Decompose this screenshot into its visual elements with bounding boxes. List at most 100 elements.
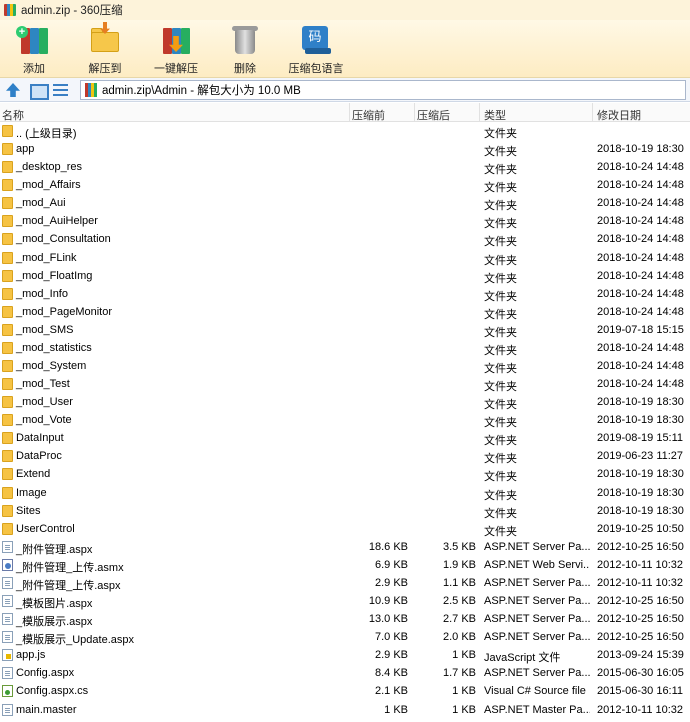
file-type: ASP.NET Master Pa... [484,703,590,716]
file-type: 文件夹 [484,326,517,339]
column-unpacked[interactable]: 压缩后 [417,107,450,123]
folder-icon [2,287,13,300]
column-modified[interactable]: 修改日期 [597,107,641,123]
folder-icon [2,215,13,228]
file-name: DataProc [16,450,62,463]
column-packed[interactable]: 压缩前 [352,107,385,123]
file-row[interactable]: Extend 文件夹 2018-10-19 18:30 [0,465,690,483]
file-name: _附件管理_上传.aspx [16,579,121,592]
file-type: 文件夹 [484,164,517,177]
file-row[interactable]: _mod_SMS 文件夹 2019-07-18 15:15 [0,321,690,339]
up-level-icon[interactable] [4,81,22,99]
file-date: 2012-10-25 16:50 [597,631,684,644]
file-row[interactable]: _模板图片.aspx 10.9 KB 2.5 KB ASP.NET Server Pa… [0,592,690,610]
file-row[interactable]: _附件管理_上传.asmx 6.9 KB 1.9 KB ASP.NET Web Ser… [0,556,690,574]
file-date: 2018-10-24 14:48 [597,215,684,228]
file-name: UserControl [16,522,75,535]
folder-icon [2,522,13,535]
file-row[interactable]: main.master 1 KB 1 KB ASP.NET Master Pa... 2… [0,701,690,719]
file-list: .. (上级目录) 文件夹 app 文件夹 2018-10-19 18:30 _deskt… [0,122,690,722]
file-name: _mod_Affairs [16,179,81,192]
file-row[interactable]: _mod_Aui 文件夹 2018-10-24 14:48 [0,194,690,212]
folder-icon [2,341,13,354]
file-row[interactable]: _附件管理.aspx 18.6 KB 3.5 KB ASP.NET Server Pa… [0,538,690,556]
file-row[interactable]: _desktop_res 文件夹 2018-10-24 14:48 [0,158,690,176]
file-name: _mod_Aui [16,197,66,210]
file-unpacked-size: 2.0 KB [442,631,476,644]
folder-icon [2,179,13,192]
file-type: 文件夹 [484,254,517,267]
column-divider[interactable] [479,103,480,122]
file-row[interactable]: _mod_FloatImg 文件夹 2018-10-24 14:48 [0,267,690,285]
file-date: 2018-10-24 14:48 [597,305,684,318]
column-name[interactable]: 名称 [2,107,24,123]
file-packed-size: 8.4 KB [374,667,408,680]
file-row[interactable]: Image 文件夹 2018-10-19 18:30 [0,484,690,502]
file-type: 文件夹 [484,381,517,394]
file-type: 文件夹 [484,344,517,357]
folder-icon [2,305,13,318]
file-row[interactable]: UserControl 文件夹 2019-10-25 10:50 [0,520,690,538]
file-row[interactable]: _mod_statistics 文件夹 2018-10-24 14:48 [0,339,690,357]
add-button[interactable]: + 添加 [14,22,54,76]
file-row[interactable]: _mod_Test 文件夹 2018-10-24 14:48 [0,375,690,393]
file-row[interactable]: _附件管理_上传.aspx 2.9 KB 1.1 KB ASP.NET Server … [0,574,690,592]
file-row[interactable]: app 文件夹 2018-10-19 18:30 [0,140,690,158]
window-title: admin.zip - 360压缩 [21,5,123,17]
file-packed-size: 10.9 KB [368,595,408,608]
column-divider[interactable] [592,103,593,122]
file-date: 2018-10-24 14:48 [597,341,684,354]
folder-icon [2,432,13,445]
file-row[interactable]: _mod_User 文件夹 2018-10-19 18:30 [0,393,690,411]
file-name: _mod_statistics [16,341,92,354]
file-name: _mod_User [16,396,73,409]
file-row[interactable]: _mod_Consultation 文件夹 2018-10-24 14:48 [0,230,690,248]
file-row[interactable]: _mod_AuiHelper 文件夹 2018-10-24 14:48 [0,212,690,230]
file-name: Config.aspx.cs [16,685,89,698]
delete-icon [228,22,262,56]
one-click-extract-button[interactable]: 一键解压 [152,22,200,76]
file-type: ASP.NET Server Pa... [484,613,590,626]
thumbnail-view-icon[interactable] [28,81,49,100]
file-date: 2019-06-23 11:27 [597,450,684,463]
column-type[interactable]: 类型 [484,107,506,123]
file-row[interactable]: _mod_Vote 文件夹 2018-10-19 18:30 [0,411,690,429]
file-row[interactable]: _mod_Affairs 文件夹 2018-10-24 14:48 [0,176,690,194]
file-row[interactable]: Config.aspx 8.4 KB 1.7 KB ASP.NET Server Pa… [0,664,690,682]
folder-icon [2,251,13,264]
file-row[interactable]: Sites 文件夹 2018-10-19 18:30 [0,502,690,520]
list-view-icon[interactable] [51,81,69,99]
file-row[interactable]: _mod_FLink 文件夹 2018-10-24 14:48 [0,249,690,267]
file-row[interactable]: _mod_System 文件夹 2018-10-24 14:48 [0,357,690,375]
file-unpacked-size: 1.1 KB [442,576,476,589]
file-unpacked-size: 1 KB [452,703,476,716]
path-field[interactable]: admin.zip\Admin - 解包大小为 10.0 MB [80,80,686,100]
file-name: _mod_AuiHelper [16,215,98,228]
aspx-file-icon [2,576,13,589]
file-type: ASP.NET Server Pa... [484,631,590,644]
file-type: ASP.NET Server Pa... [484,540,590,553]
file-date: 2018-10-24 14:48 [597,269,684,282]
file-row[interactable]: _mod_Info 文件夹 2018-10-24 14:48 [0,285,690,303]
extract-to-button[interactable]: 解压到 [86,22,124,76]
folder-icon [2,468,13,481]
delete-button[interactable]: 删除 [228,22,262,76]
column-divider[interactable] [349,103,350,122]
file-packed-size: 2.1 KB [374,685,408,698]
file-row[interactable]: _模版展示_Update.aspx 7.0 KB 2.0 KB ASP.NET Ser… [0,628,690,646]
file-row[interactable]: DataInput 文件夹 2019-08-19 15:11 [0,429,690,447]
file-name: _mod_Info [16,287,68,300]
aspx-file-icon [2,631,13,644]
file-date: 2012-10-11 10:32 [597,576,684,589]
file-row[interactable]: app.js 2.9 KB 1 KB JavaScript 文件 2013-09-24 … [0,646,690,664]
archive-language-button[interactable]: 码 压缩包语言 [286,22,346,76]
column-divider[interactable] [414,103,415,122]
file-row[interactable]: _mod_PageMonitor 文件夹 2018-10-24 14:48 [0,303,690,321]
file-row[interactable]: .. (上级目录) 文件夹 [0,122,690,140]
file-name: _mod_PageMonitor [16,305,113,318]
file-type: 文件夹 [484,399,517,412]
aspx-file-icon [2,595,13,608]
file-row[interactable]: DataProc 文件夹 2019-06-23 11:27 [0,447,690,465]
file-row[interactable]: Config.aspx.cs 2.1 KB 1 KB Visual C# Source… [0,682,690,700]
file-row[interactable]: _模版展示.aspx 13.0 KB 2.7 KB ASP.NET Server Pa… [0,610,690,628]
